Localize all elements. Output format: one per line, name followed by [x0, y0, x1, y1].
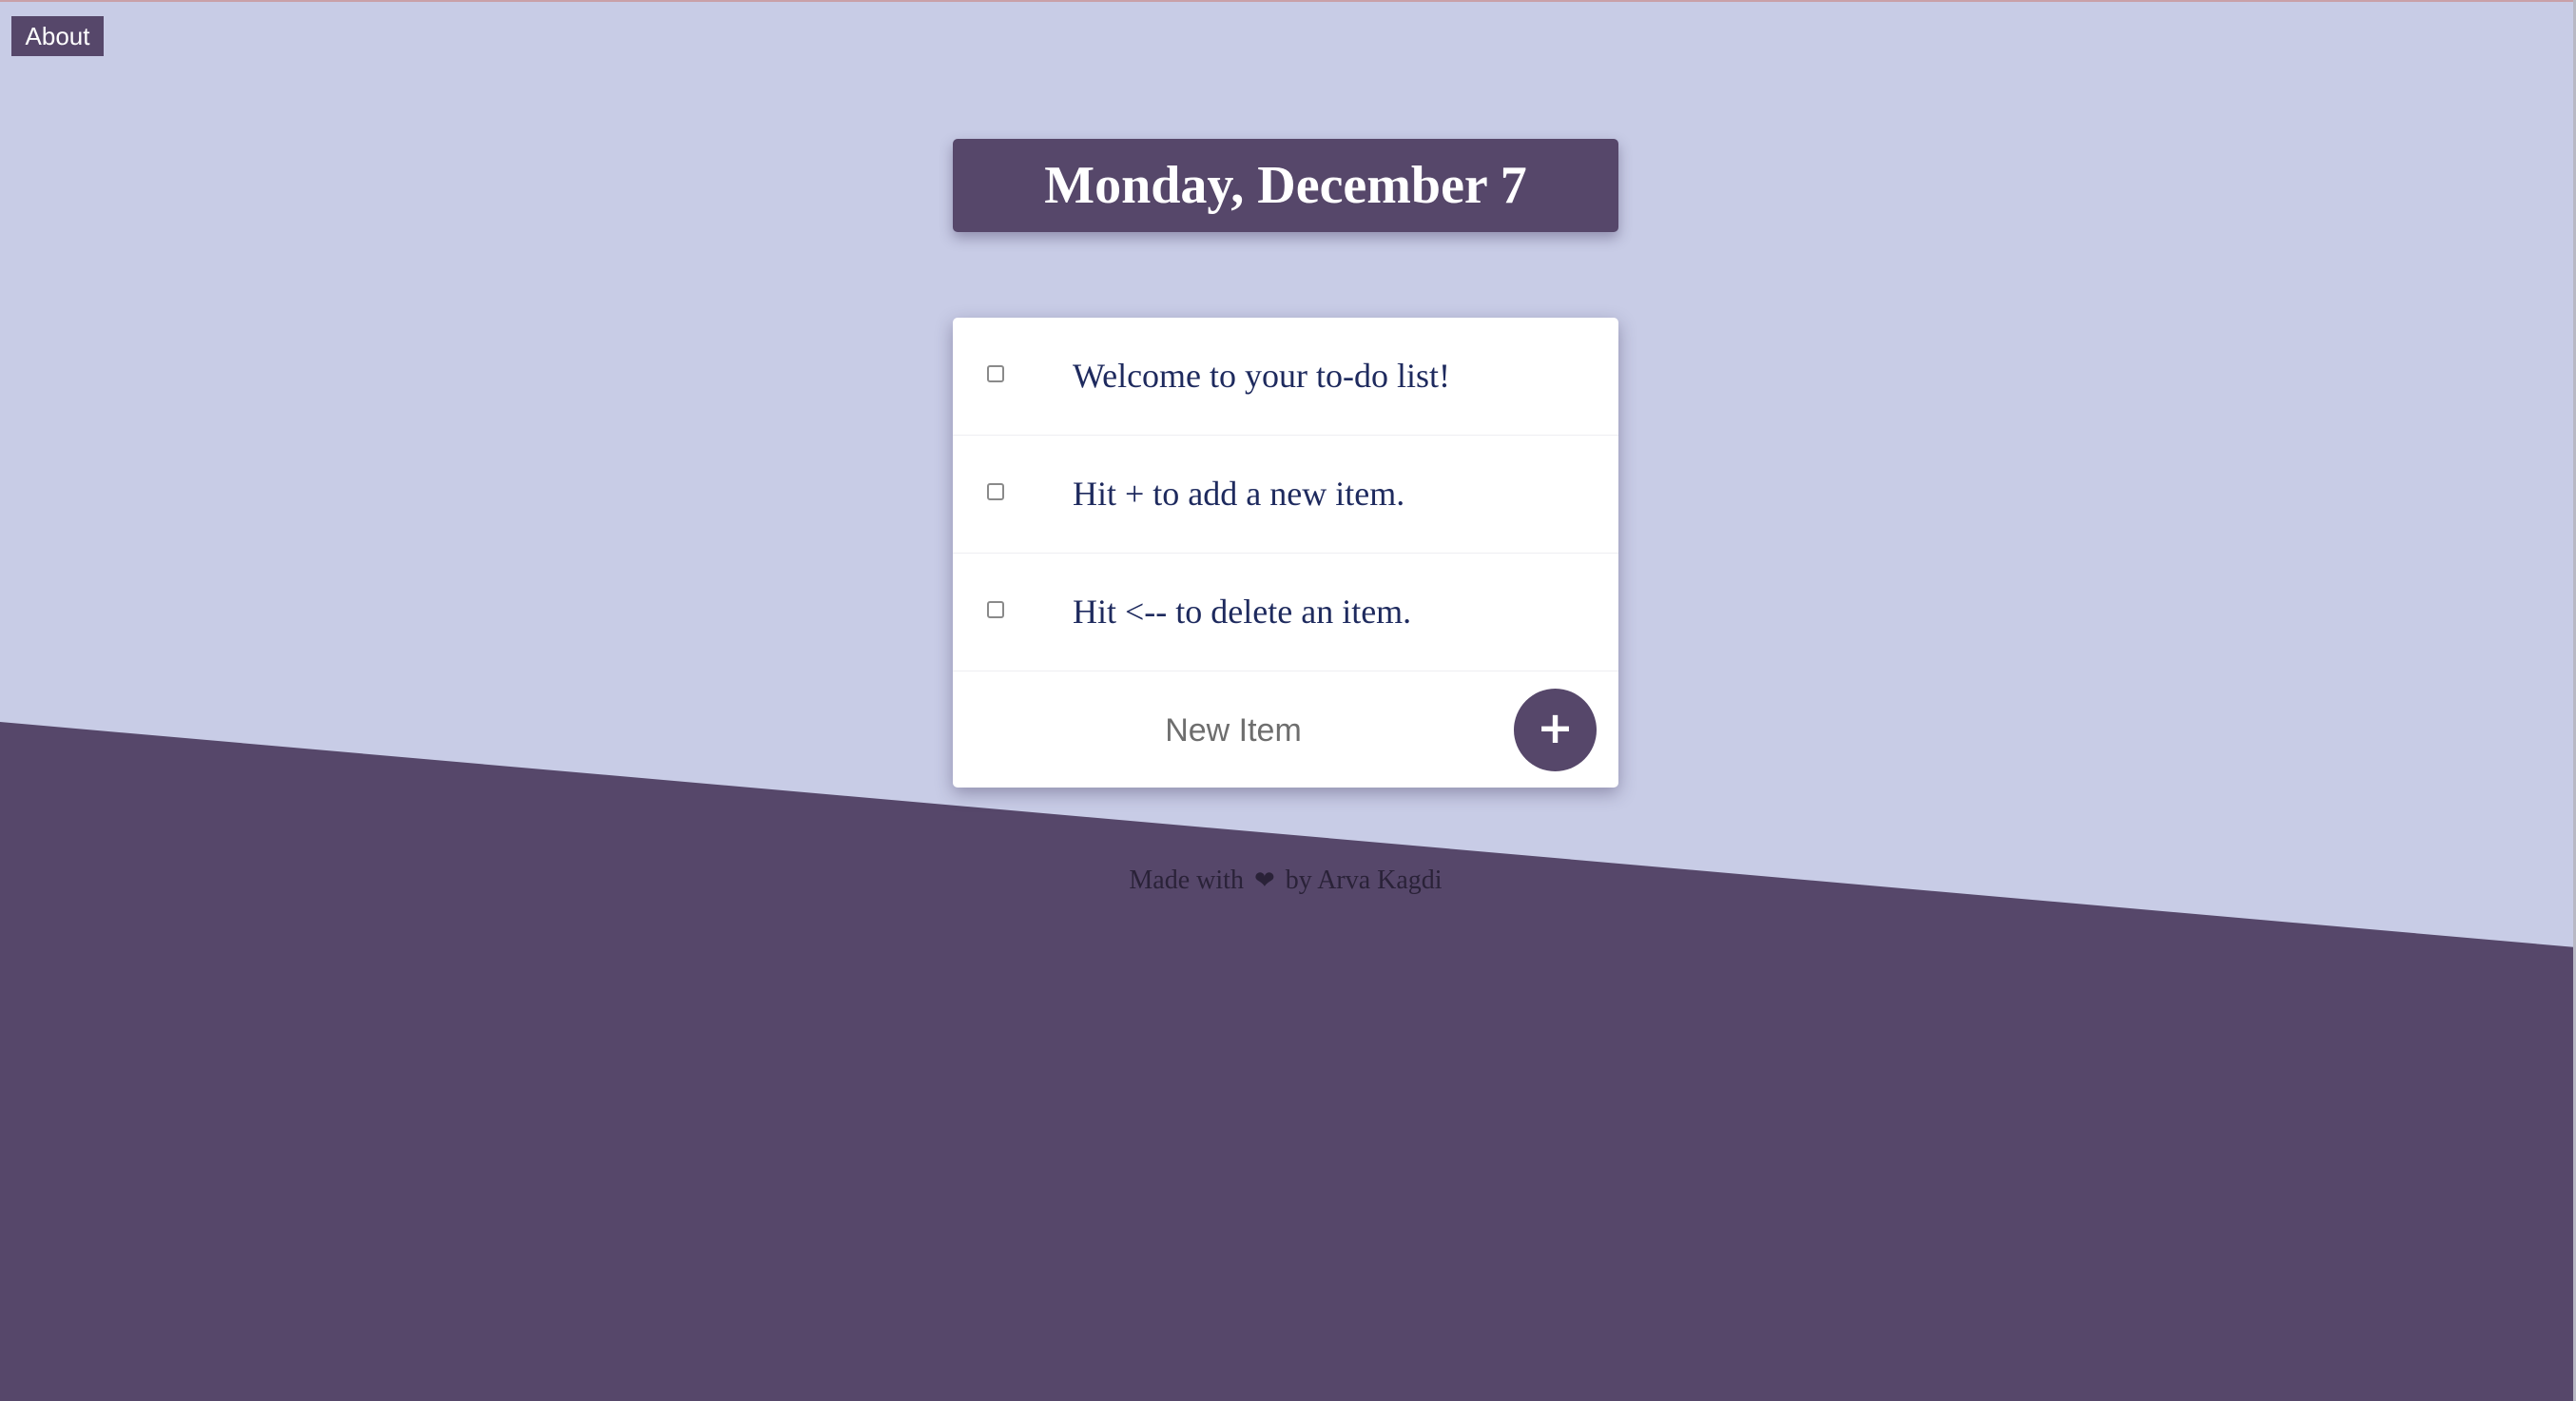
todo-checkbox[interactable]: [987, 601, 1004, 618]
about-button[interactable]: About: [11, 16, 104, 56]
todo-checkbox[interactable]: [987, 483, 1004, 500]
footer-suffix: by Arva Kagdi: [1285, 866, 1443, 895]
todo-checkbox[interactable]: [987, 365, 1004, 382]
todo-card: Welcome to your to-do list! Hit + to add…: [953, 318, 1618, 788]
new-item-row: +: [953, 671, 1618, 788]
footer: Made with ❤ by Arva Kagdi: [953, 866, 1618, 896]
todo-item-label: Welcome to your to-do list!: [1073, 357, 1451, 395]
todo-item: Hit <-- to delete an item.: [953, 554, 1618, 671]
new-item-input[interactable]: [953, 671, 1514, 788]
top-border: [0, 0, 2576, 2]
todo-item-label: Hit <-- to delete an item.: [1073, 593, 1412, 631]
heart-icon: ❤: [1253, 866, 1275, 895]
todo-item: Hit + to add a new item.: [953, 436, 1618, 554]
todo-item-label: Hit + to add a new item.: [1073, 475, 1405, 513]
footer-prefix: Made with: [1129, 866, 1244, 895]
add-item-button[interactable]: +: [1514, 689, 1597, 771]
date-header: Monday, December 7: [953, 139, 1618, 232]
todo-item: Welcome to your to-do list!: [953, 318, 1618, 436]
